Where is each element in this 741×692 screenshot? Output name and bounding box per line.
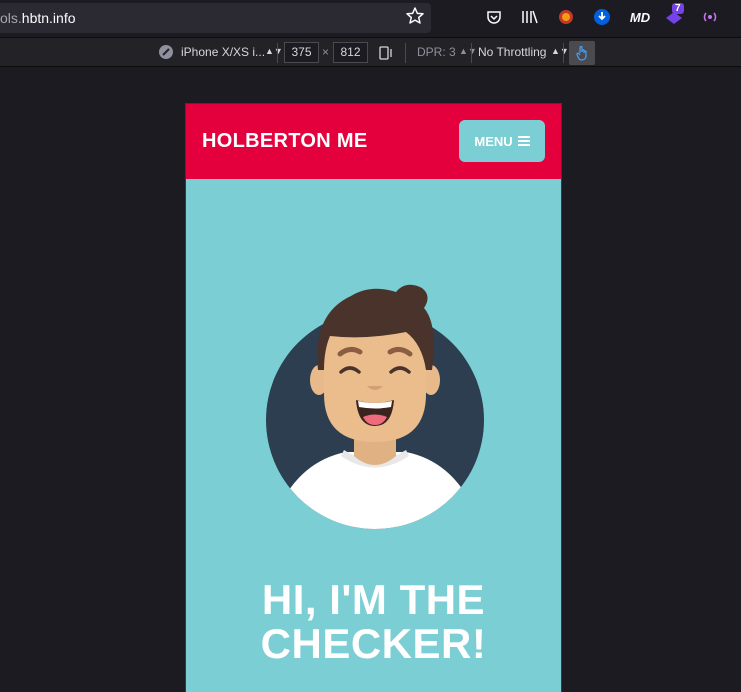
menu-label: MENU: [474, 133, 513, 149]
menu-button[interactable]: MENU: [459, 120, 545, 162]
library-icon[interactable]: [520, 7, 540, 27]
rotate-icon[interactable]: [378, 45, 396, 61]
hero-line-1: HI, I'M THE: [261, 576, 486, 623]
height-input[interactable]: 812: [333, 42, 368, 63]
bookmark-star-icon[interactable]: [405, 6, 425, 26]
addon-badge: 7: [672, 3, 684, 14]
touch-icon: [576, 45, 587, 61]
extension-icon[interactable]: [556, 7, 576, 27]
url-bar[interactable]: ols.hbtn.info: [0, 3, 431, 33]
divider: [563, 43, 564, 63]
browser-toolbar: ols.hbtn.info MD 7: [0, 0, 741, 36]
throttling-select[interactable]: No Throttling: [478, 45, 546, 59]
responsive-toolbar: iPhone X/XS i... ▲▼ 375 × 812 DPR: 3 ▲▼ …: [0, 37, 741, 67]
site-header: HOLBERTON ME MENU: [186, 104, 561, 179]
divider: [405, 43, 406, 63]
hamburger-icon: [517, 136, 530, 146]
site-logo[interactable]: HOLBERTON ME: [202, 130, 367, 153]
dpr-select[interactable]: DPR: 3: [417, 45, 456, 59]
pocket-icon[interactable]: [484, 7, 504, 27]
hero-title: HI, I'M THE CHECKER!: [186, 578, 561, 666]
device-viewport: HOLBERTON ME MENU HI, I'M THE CHECKER!: [185, 103, 562, 692]
radio-icon[interactable]: [700, 7, 720, 27]
dpr-chevron-icon[interactable]: ▲▼: [459, 46, 477, 56]
divider: [277, 43, 278, 63]
avatar-illustration: [266, 284, 484, 529]
throttling-chevron-icon[interactable]: ▲▼: [551, 46, 569, 56]
md-icon[interactable]: MD: [628, 7, 652, 27]
device-select[interactable]: iPhone X/XS i...: [181, 45, 265, 59]
device-chevron-icon[interactable]: ▲▼: [265, 46, 283, 56]
url-text: ols.hbtn.info: [0, 10, 76, 26]
times-sign: ×: [322, 45, 330, 59]
hero-line-2: CHECKER!: [260, 620, 487, 667]
download-icon[interactable]: [592, 7, 612, 27]
width-input[interactable]: 375: [284, 42, 319, 63]
touch-simulation-button[interactable]: [569, 41, 595, 65]
divider: [471, 43, 472, 63]
compass-icon: [159, 45, 173, 59]
